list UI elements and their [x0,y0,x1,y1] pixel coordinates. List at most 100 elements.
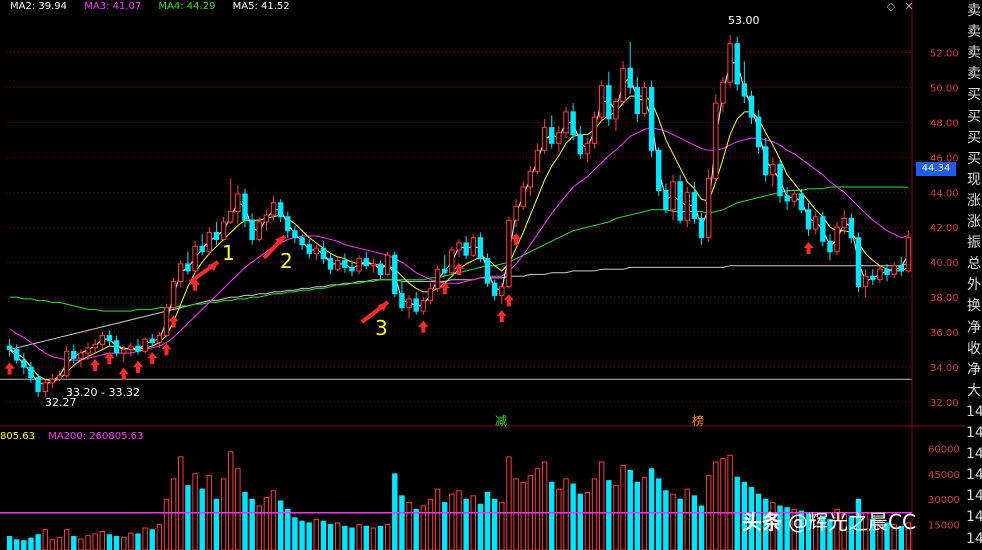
sidebar-item[interactable]: 净 [966,317,982,339]
candle-body [556,132,562,144]
volume-bar [434,488,441,550]
sidebar-item[interactable]: 外 [966,274,982,296]
candle-body [384,254,391,275]
candle [6,339,13,357]
range-price-label: 33.20 - 33.32 [66,386,140,399]
candle [135,339,141,355]
candle-body [855,237,862,288]
candle [770,157,776,188]
volume-bar [277,500,284,550]
candle-body [263,214,270,223]
up-arrow-icon [418,320,429,333]
candle [413,291,419,315]
quote-sidebar[interactable]: 卖卖卖卖买买买买现涨涨振总外换净收净大 14 14 14 14 14 14 14 [966,0,982,550]
volume-bar [563,478,569,550]
sidebar-item[interactable]: 14 [966,443,982,465]
candle [755,110,762,154]
candle [705,169,712,242]
sidebar-item[interactable]: 14 [966,485,982,507]
candle-body [142,338,148,352]
sidebar-item[interactable]: 总 [966,253,982,275]
candle [163,304,170,338]
candle-body [277,202,284,218]
volume-bar [520,481,526,550]
candle-body [434,268,441,289]
volume-bar [370,527,377,550]
sidebar-item[interactable]: 卖 [966,42,982,64]
candle [263,209,270,231]
candle-body [848,217,855,239]
candle-body [713,102,719,179]
volume-bar [149,529,155,550]
volume-bar [220,478,227,550]
volume-value: 805.63 [0,431,35,442]
candle-body [620,67,626,102]
sidebar-item[interactable]: 振 [966,232,982,254]
volume-bar [292,517,298,550]
sidebar-item[interactable]: 涨 [966,211,982,233]
close-icon[interactable]: ✕ [902,1,916,13]
candle-body [71,350,77,359]
price-axis: 32.0034.0036.0038.0040.0042.0044.0046.00… [928,48,960,531]
candle-body [85,347,91,354]
candle [541,118,548,154]
volume-bar [470,495,476,550]
candle [606,71,612,126]
candle-body [185,263,191,272]
candle [520,181,526,210]
sidebar-item[interactable]: 净 [966,359,982,381]
candle [113,335,120,357]
sidebar-item[interactable]: 买 [966,106,982,128]
sidebar-item[interactable]: 14 [966,422,982,444]
sidebar-item[interactable]: 14 [966,506,982,528]
candle [49,374,56,389]
sidebar-item[interactable]: 买 [966,127,982,149]
volume-bars [0,451,912,550]
sidebar-item[interactable]: 大 [966,380,982,402]
candle [870,269,876,285]
sidebar-item[interactable]: 14 [966,401,982,423]
candle-body [898,265,905,272]
sidebar-item[interactable]: 买 [966,148,982,170]
candle-body [820,216,826,242]
volume-bar [627,469,633,550]
sidebar-item[interactable]: 卖 [966,0,982,22]
candle [277,199,284,222]
sidebar-item[interactable]: 收 [966,338,982,360]
sidebar-item[interactable]: 涨 [966,190,982,212]
candle [21,353,27,375]
volume-bar [306,522,312,550]
volume-bar [727,454,733,550]
volume-bar [185,485,191,550]
stock-chart[interactable]: 32.0034.0036.0038.0040.0042.0044.0046.00… [0,0,982,550]
candlesticks [6,34,912,398]
candle [377,260,384,280]
candle-body [477,237,484,260]
sidebar-item[interactable]: 卖 [966,63,982,85]
diamond-icon[interactable]: ◇ [884,1,898,13]
candle [306,239,312,259]
candle-body [634,86,641,115]
candle [178,260,184,287]
sidebar-item[interactable]: 卖 [966,21,982,43]
candle-body [499,286,505,296]
sidebar-item[interactable]: 14 [966,528,982,550]
volume-bar [549,481,555,550]
candle [648,80,655,158]
candle [656,146,662,196]
sidebar-item[interactable]: 现 [966,169,982,191]
volume-bar [363,525,369,550]
volume-ma200: MA200: 260805.63 [48,431,144,442]
volume-bar [691,495,698,550]
sidebar-item[interactable]: 买 [966,84,982,106]
volume-bar [242,491,248,550]
volume-bar [49,539,56,550]
volume-bar [170,478,177,550]
candle-body [591,116,598,144]
sidebar-item[interactable]: 14 [966,464,982,486]
candle [249,213,255,245]
candle-body [327,258,334,270]
flag-jian: 减 [495,414,507,428]
volume-bar [6,535,13,550]
sidebar-item[interactable]: 换 [966,295,982,317]
